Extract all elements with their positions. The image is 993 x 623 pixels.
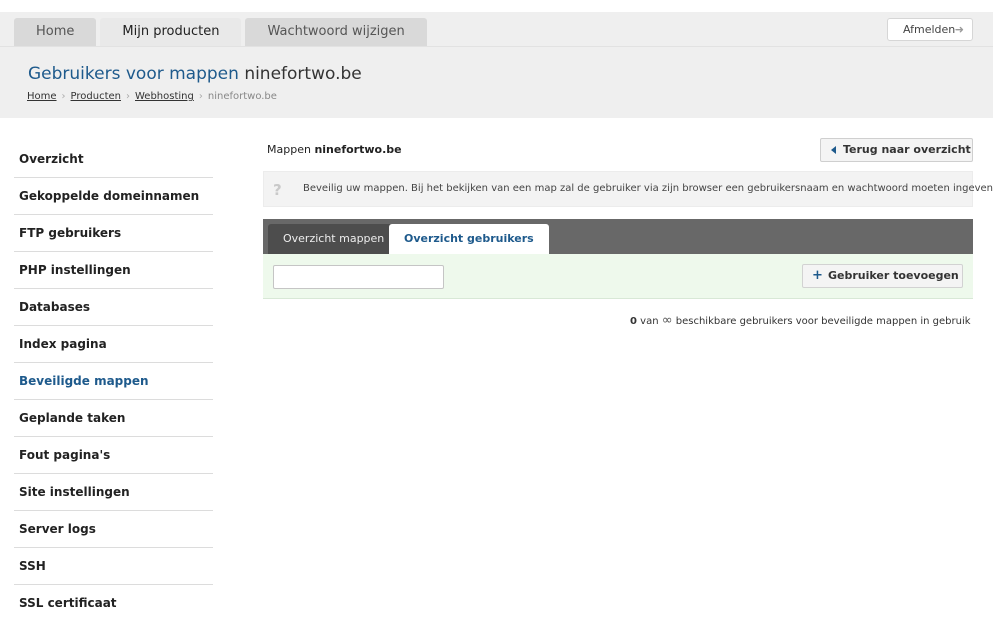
sidebar-item-geplande-taken[interactable]: Geplande taken xyxy=(14,400,213,437)
question-mark-icon: ? xyxy=(273,181,282,199)
back-to-overview-button[interactable]: Terug naar overzicht xyxy=(820,138,973,162)
arrow-right-icon: ➜ xyxy=(954,23,964,36)
breadcrumb-separator-icon: › xyxy=(198,91,203,102)
breadcrumb: Home › Producten › Webhosting › ninefortwo.be xyxy=(27,91,277,102)
sidebar-item-ssh[interactable]: SSH xyxy=(14,548,213,585)
top-strip xyxy=(0,0,993,12)
logout-button[interactable]: Afmelden ➜ xyxy=(887,18,973,41)
page-title: Gebruikers voor mappen ninefortwo.be xyxy=(28,64,362,84)
page-title-domain: ninefortwo.be xyxy=(244,64,362,84)
tab-wachtwoord-wijzigen[interactable]: Wachtwoord wijzigen xyxy=(245,18,427,46)
breadcrumb-separator-icon: › xyxy=(61,91,66,102)
page-title-text: Gebruikers voor mappen xyxy=(28,64,239,84)
usage-count: 0 xyxy=(630,316,637,327)
triangle-left-icon xyxy=(831,146,836,154)
usage-summary: 0 van ∞ beschikbare gebruikers voor beve… xyxy=(630,313,971,328)
sidebar-item-ssl-certificaat[interactable]: SSL certificaat xyxy=(14,585,213,622)
sidebar-item-ftp-gebruikers[interactable]: FTP gebruikers xyxy=(14,215,213,252)
usage-van: van xyxy=(640,316,659,327)
sidebar-item-index-pagina[interactable]: Index pagina xyxy=(14,326,213,363)
plus-icon: + xyxy=(812,268,823,283)
header: Home Mijn producten Wachtwoord wijzigen … xyxy=(0,12,993,118)
tab-divider xyxy=(0,46,993,47)
tab-overzicht-gebruikers[interactable]: Overzicht gebruikers xyxy=(389,224,549,254)
section-label-prefix: Mappen xyxy=(267,143,311,156)
usage-text: beschikbare gebruikers voor beveiligde m… xyxy=(675,316,971,327)
main-tabs: Home Mijn producten Wachtwoord wijzigen xyxy=(14,18,431,46)
search-input[interactable] xyxy=(273,265,444,289)
sidebar-item-gekoppelde-domeinnamen[interactable]: Gekoppelde domeinnamen xyxy=(14,178,213,215)
sidebar-item-fout-paginas[interactable]: Fout pagina's xyxy=(14,437,213,474)
users-toolbar: + Gebruiker toevoegen xyxy=(263,254,973,299)
infinity-icon: ∞ xyxy=(661,313,673,328)
info-box: ? Beveilig uw mappen. Bij het bekijken v… xyxy=(263,171,993,207)
breadcrumb-current: ninefortwo.be xyxy=(207,91,277,102)
logout-label: Afmelden xyxy=(903,23,956,36)
add-user-button[interactable]: + Gebruiker toevoegen xyxy=(802,264,963,288)
sidebar-item-php-instellingen[interactable]: PHP instellingen xyxy=(14,252,213,289)
breadcrumb-separator-icon: › xyxy=(126,91,130,102)
breadcrumb-producten[interactable]: Producten xyxy=(71,91,121,102)
sidebar-item-site-instellingen[interactable]: Site instellingen xyxy=(14,474,213,511)
add-user-label: Gebruiker toevoegen xyxy=(828,269,959,282)
tab-home[interactable]: Home xyxy=(14,18,97,46)
info-text: Beveilig uw mappen. Bij het bekijken van… xyxy=(303,183,993,194)
sidebar: Overzicht Gekoppelde domeinnamen FTP geb… xyxy=(14,141,213,622)
breadcrumb-home[interactable]: Home xyxy=(27,91,57,102)
section-label: Mappen ninefortwo.be xyxy=(267,143,402,156)
sidebar-item-server-logs[interactable]: Server logs xyxy=(14,511,213,548)
tab-overzicht-mappen[interactable]: Overzicht mappen xyxy=(268,224,400,254)
back-button-label: Terug naar overzicht xyxy=(843,143,971,156)
section-label-domain: ninefortwo.be xyxy=(314,143,402,156)
breadcrumb-webhosting[interactable]: Webhosting xyxy=(135,91,194,102)
sidebar-item-databases[interactable]: Databases xyxy=(14,289,213,326)
sidebar-item-beveiligde-mappen[interactable]: Beveiligde mappen xyxy=(14,363,213,400)
sub-tabs: Overzicht mappen Overzicht gebruikers xyxy=(263,219,973,254)
tab-mijn-producten[interactable]: Mijn producten xyxy=(100,18,242,46)
sidebar-item-overzicht[interactable]: Overzicht xyxy=(14,141,213,178)
